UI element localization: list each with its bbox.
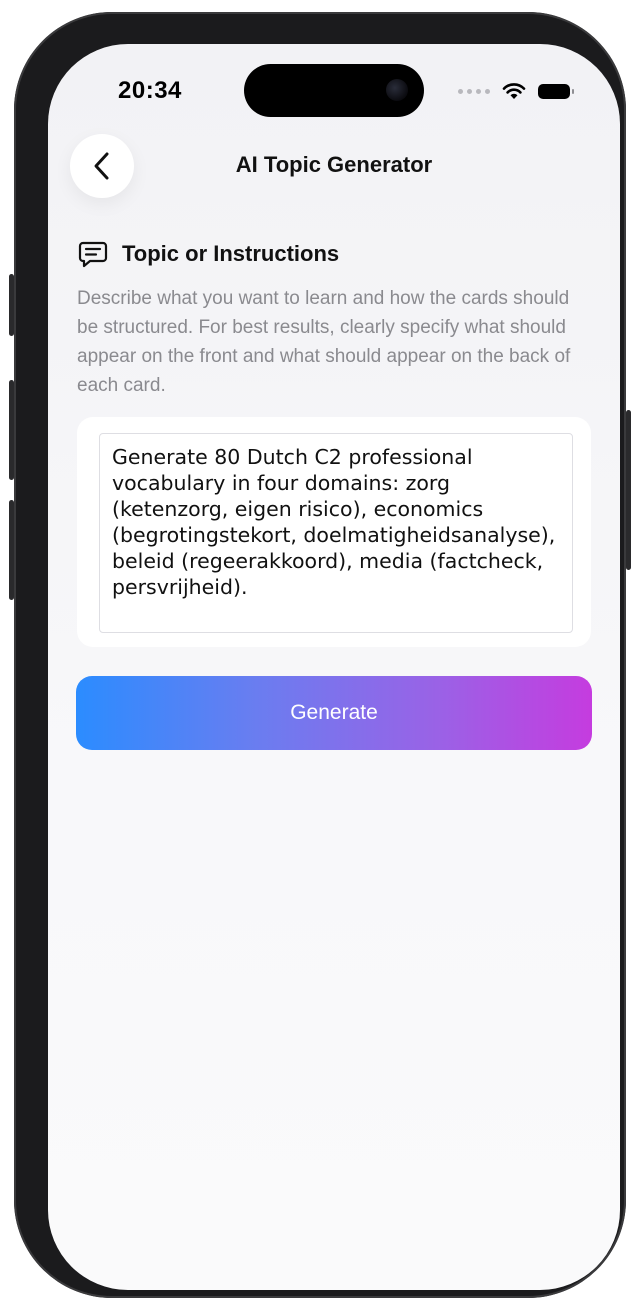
dynamic-island — [244, 64, 424, 117]
cellular-signal-icon — [458, 88, 490, 94]
volume-up-button — [9, 380, 14, 480]
prompt-card: Generate 80 Dutch C2 professional vocabu… — [77, 417, 591, 647]
message-lines-icon — [78, 241, 108, 268]
section-header: Topic or Instructions — [78, 240, 339, 268]
volume-down-button — [9, 500, 14, 600]
generate-button[interactable]: Generate — [76, 676, 592, 750]
phone-frame: 20:34 AI Topic Generator Topic or Instru… — [9, 12, 631, 1298]
wifi-icon — [502, 83, 526, 99]
power-button — [626, 410, 631, 570]
page-title: AI Topic Generator — [235, 152, 433, 177]
battery-icon — [538, 83, 574, 99]
navigation-bar: AI Topic Generator — [48, 134, 620, 198]
prompt-textarea[interactable]: Generate 80 Dutch C2 professional vocabu… — [99, 433, 573, 633]
instructions-description: Describe what you want to learn and how … — [77, 288, 571, 396]
status-time: 20:34 — [118, 77, 182, 104]
front-camera — [386, 79, 408, 101]
app-screen: 20:34 AI Topic Generator Topic or Instru… — [48, 44, 620, 1290]
section-title: Topic or Instructions — [122, 241, 340, 266]
action-button — [9, 274, 14, 336]
status-icons — [458, 82, 574, 100]
status-bar: 20:34 — [48, 44, 620, 134]
